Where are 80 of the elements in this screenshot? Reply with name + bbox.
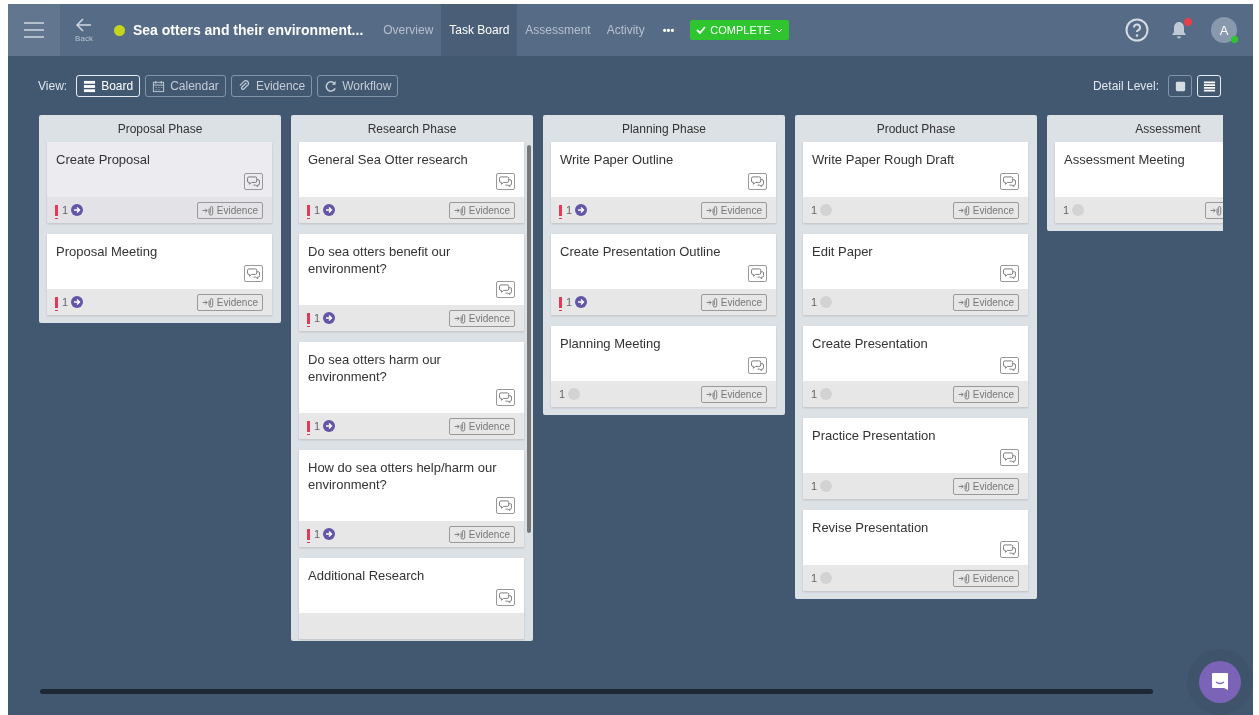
task-card[interactable]: Create Presentation 1 Evidence (803, 326, 1028, 407)
task-count: 1 (566, 296, 573, 308)
nav-tab[interactable]: Activity (598, 4, 653, 56)
evidence-button[interactable]: Evidence (196, 201, 263, 219)
task-card[interactable]: Create Proposal 1 Evidence (47, 142, 272, 223)
task-card[interactable]: Do sea otters benefit our environment? 1 Evidence (299, 234, 524, 331)
more-button[interactable]: ••• (652, 24, 685, 36)
column-title: Planning Phase (620, 121, 708, 138)
task-count: 1 (559, 388, 566, 400)
task-count: 1 (566, 204, 573, 216)
nav-tab[interactable]: Overview (375, 4, 442, 56)
task-card[interactable]: Assessment Meeting 1 (1055, 142, 1223, 223)
view-tab[interactable]: Board (76, 75, 141, 97)
card-title: Create Presentation (812, 335, 929, 353)
task-card[interactable]: Do sea otters harm our environment? 1 Evidence (299, 342, 524, 439)
evidence-button[interactable]: Evidence (448, 417, 515, 435)
task-count: 1 (314, 204, 321, 216)
task-card[interactable]: Planning Meeting 1 Evidence (551, 326, 776, 407)
task-count: 1 (811, 204, 818, 216)
card-title: Do sea otters harm our environment? (308, 351, 442, 385)
card-title: Write Paper Outline (560, 151, 675, 169)
card-title: Practice Presentation (812, 427, 937, 445)
task-count: 1 (62, 204, 69, 216)
evidence-button[interactable]: Evidence (448, 309, 515, 327)
detail-level-label: Detail Level: (1092, 79, 1159, 93)
nav-tab[interactable]: Task Board (441, 4, 518, 56)
task-card[interactable]: How do sea otters help/harm our environment? 1 Evidence (299, 450, 524, 547)
task-count: 1 (811, 480, 818, 492)
card-title: Planning Meeting (560, 335, 662, 353)
card-title: Assessment Meeting (1064, 151, 1186, 169)
evidence-button[interactable]: Evidence (700, 385, 767, 403)
task-card[interactable]: Write Paper Outline 1 Evidence (551, 142, 776, 223)
task-card[interactable]: General Sea Otter research 1 Evidence (299, 142, 524, 223)
card-title: Revise Presentation (812, 519, 930, 537)
evidence-button[interactable]: Evidence (952, 569, 1019, 587)
card-title: Create Proposal (56, 151, 151, 169)
task-card[interactable]: Proposal Meeting 1 Evidence (47, 234, 272, 315)
task-count: 1 (1063, 204, 1070, 216)
view-tab[interactable]: Workflow (317, 75, 399, 97)
task-count: 1 (811, 296, 818, 308)
task-card[interactable]: Practice Presentation 1 Evidence (803, 418, 1028, 499)
task-count: 1 (811, 572, 818, 584)
task-count: 1 (314, 420, 321, 432)
column-title: Research Phase (366, 121, 458, 138)
column-title: Product Phase (875, 121, 957, 138)
evidence-button[interactable]: Evidence (952, 293, 1019, 311)
task-card[interactable]: Create Presentation Outline 1 Evidence (551, 234, 776, 315)
task-card[interactable]: Revise Presentation 1 Evidence (803, 510, 1028, 591)
view-tab[interactable]: Calendar (145, 75, 226, 97)
evidence-button[interactable]: Evidence (448, 525, 515, 543)
task-count: 1 (314, 528, 321, 540)
task-card[interactable]: Additional Research (299, 558, 524, 639)
task-count: 1 (314, 312, 321, 324)
evidence-button[interactable]: Evidence (700, 201, 767, 219)
card-title: Do sea otters benefit our environment? (308, 243, 452, 277)
task-count: 1 (62, 296, 69, 308)
view-label: View: (38, 79, 68, 93)
card-title: Create Presentation Outline (560, 243, 722, 261)
card-title: Write Paper Rough Draft (812, 151, 956, 169)
view-tab[interactable]: Evidence (230, 75, 313, 97)
evidence-button[interactable]: Evidence (196, 293, 263, 311)
evidence-button[interactable]: Evidence (952, 477, 1019, 495)
project-title: Sea otters and their environment... (133, 22, 364, 38)
task-count: 1 (811, 388, 818, 400)
evidence-button[interactable]: Evidence (700, 293, 767, 311)
column-title: Proposal Phase (116, 121, 204, 138)
evidence-button[interactable]: Evidence (952, 385, 1019, 403)
card-title: General Sea Otter research (308, 151, 469, 169)
evidence-button[interactable]: Evidence (448, 201, 515, 219)
task-card[interactable]: Edit Paper 1 Evidence (803, 234, 1028, 315)
task-card[interactable]: Write Paper Rough Draft 1 Evidence (803, 142, 1028, 223)
evidence-button[interactable]: Evidence (952, 201, 1019, 219)
card-title: Proposal Meeting (56, 243, 159, 261)
nav-tab[interactable]: Assessment (517, 4, 599, 56)
card-title: How do sea otters help/harm our environment? (308, 459, 498, 493)
avatar[interactable]: A (1211, 17, 1237, 43)
back-button[interactable]: Back (60, 4, 108, 56)
column-title: Assessment (1134, 121, 1202, 138)
card-title: Additional Research (308, 567, 426, 585)
card-title: Edit Paper (812, 243, 874, 261)
